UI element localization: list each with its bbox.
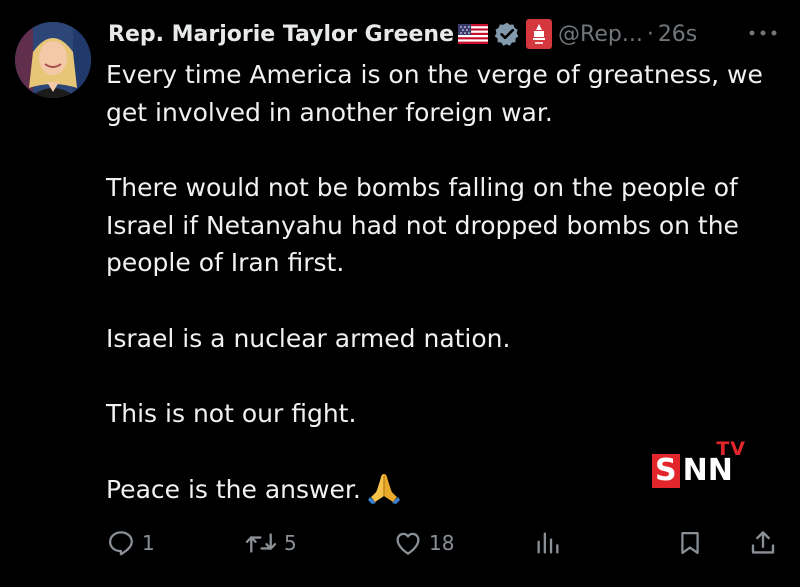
views-button[interactable] [534,528,562,558]
snn-tv-watermark: TV S NN [652,438,746,490]
heart-icon [396,532,420,555]
us-flag-icon [458,24,489,44]
bookmark-button[interactable] [676,528,704,558]
separator-dot: · [646,21,654,47]
repost-button[interactable]: 5 [244,528,297,558]
more-horizontal-icon [749,30,777,36]
reply-count: 1 [142,531,155,555]
post-paragraph: Peace is the answer. [106,474,361,504]
watermark-nn: NN [682,453,733,488]
post-paragraph: Israel is a nuclear armed nation. [106,323,511,353]
post-paragraph: There would not be bombs falling on the … [106,173,739,277]
author-handle[interactable]: @Rep... [558,22,643,47]
more-options-button[interactable] [748,18,778,43]
share-icon [751,531,775,554]
repost-count: 5 [284,531,297,555]
bookmark-icon [681,531,699,555]
post-header: Rep. Marjorie Taylor Greene @Rep... · 26… [108,14,780,54]
repost-icon [245,533,277,553]
post-action-bar: 1 5 18 [0,522,800,566]
avatar[interactable] [15,22,91,98]
author-name[interactable]: Rep. Marjorie Taylor Greene [108,22,454,47]
views-chart-icon [537,532,559,554]
government-affiliation-icon[interactable] [526,19,553,49]
verified-badge-icon[interactable] [494,21,520,47]
folded-hands-emoji-icon [367,472,401,515]
watermark-snn: S NN [652,454,733,488]
post-paragraph: Every time America is on the verge of gr… [106,60,763,127]
like-count: 18 [429,531,455,555]
share-button[interactable] [748,528,778,558]
post-paragraph: This is not our fight. [106,399,357,428]
like-button[interactable]: 18 [393,528,454,558]
post-time[interactable]: 26s [658,22,697,47]
reply-icon [109,531,133,556]
watermark-s: S [652,454,680,488]
profile-photo [15,22,91,98]
reply-button[interactable]: 1 [106,528,155,558]
